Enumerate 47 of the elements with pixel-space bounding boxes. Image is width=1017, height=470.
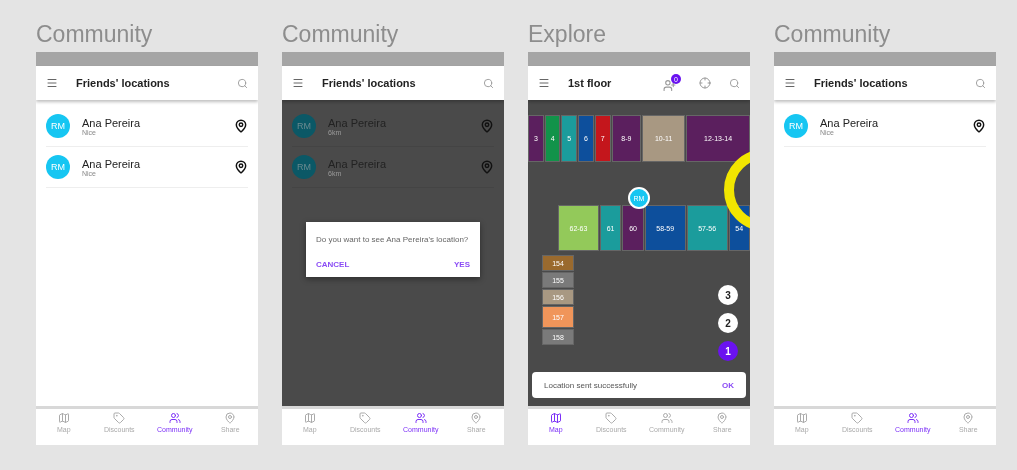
ok-button[interactable]: OK [722,380,734,390]
map-marker[interactable]: 2 [718,313,738,333]
tag-icon [851,412,864,424]
tag-icon [113,412,126,424]
map-icon [57,412,70,424]
avatar: RM [292,155,316,179]
friend-name: Ana Pereira [82,116,142,129]
dialog-button[interactable]: YES [454,260,470,269]
app-bar-title: 1st floor [568,77,613,89]
pin-icon [470,412,483,424]
map-icon [549,412,562,424]
pin-icon[interactable] [972,119,986,133]
menu-icon[interactable] [538,77,550,89]
map-icon [795,412,808,424]
avatar: RM [46,114,70,138]
avatar: RM [46,155,70,179]
dialog-message: Do you want to see Ana Pereira's location? [316,234,470,246]
map-icon [303,412,316,424]
dialog-button[interactable]: CANCEL [316,260,350,269]
screen-heading: Community [774,20,892,49]
pin-icon[interactable] [234,119,248,133]
screen-heading: Explore [528,20,607,49]
people-icon [906,412,919,424]
map-marker[interactable]: 1 [718,341,738,361]
menu-icon[interactable] [292,77,304,89]
snackbar-message: Location sent successfully [544,380,637,390]
tag-icon [605,412,618,424]
tag-icon [359,412,372,424]
people-icon [414,412,427,424]
map-marker[interactable]: 3 [718,285,738,305]
screen-heading: Community [282,20,400,49]
pin-icon[interactable] [234,160,248,174]
pin-icon [224,412,237,424]
app-bar-title: Friends' locations [322,77,417,89]
avatar: RM [292,114,316,138]
menu-icon[interactable] [784,77,796,89]
pin-icon [716,412,729,424]
friend-name: Ana Pereira [820,116,880,129]
people-icon [168,412,181,424]
menu-icon[interactable] [46,77,58,89]
avatar: RM [784,114,808,138]
friend-name: Ana Pereira [82,157,142,170]
app-bar-title: Friends' locations [76,77,171,89]
people-icon [660,412,673,424]
screen-heading: Community [36,20,154,49]
pin-icon [962,412,975,424]
app-bar-title: Friends' locations [814,77,909,89]
